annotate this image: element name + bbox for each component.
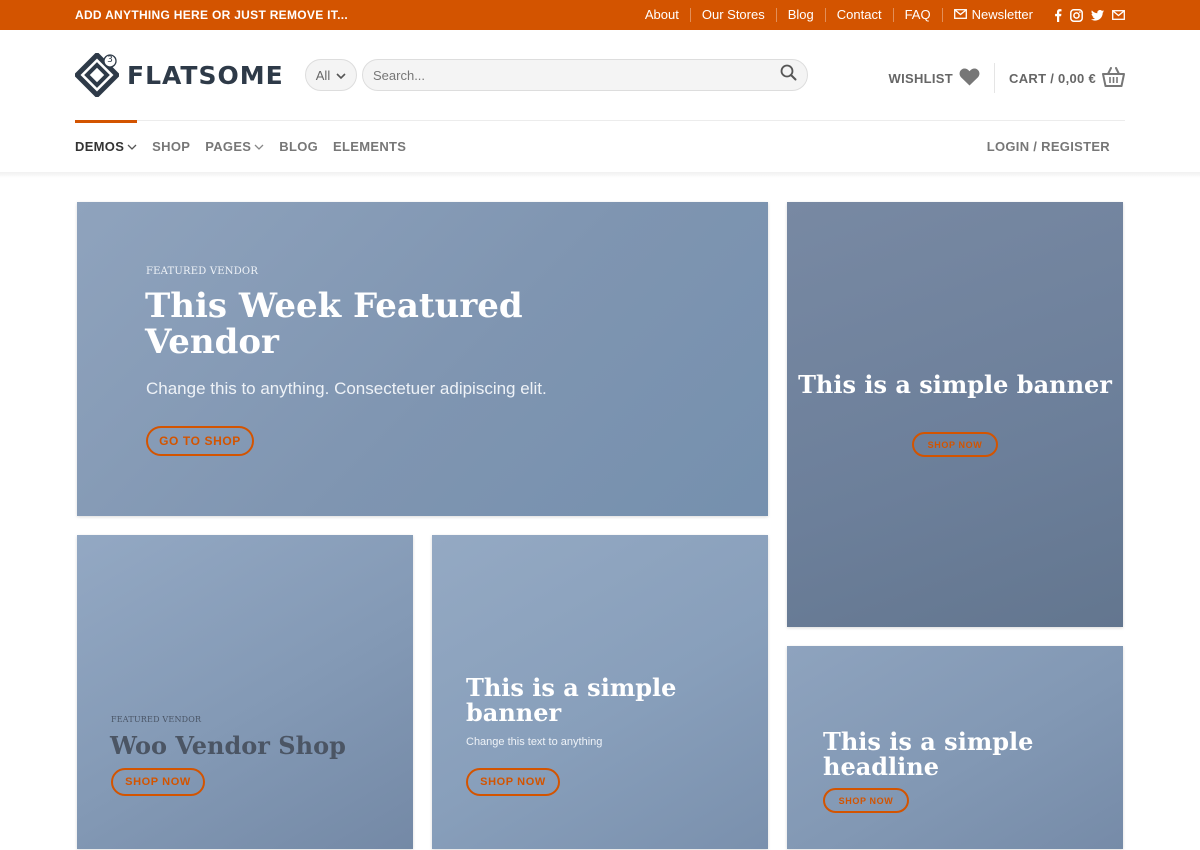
login-register-link[interactable]: LOGIN / REGISTER — [987, 121, 1110, 172]
banner-subtitle: Change this text to anything — [466, 736, 603, 748]
logo-mark-icon: 3 — [73, 51, 121, 99]
social-icons — [1050, 8, 1125, 22]
nav-item-label: SHOP — [152, 139, 191, 154]
simple-headline-banner[interactable]: This is a simple headline SHOP NOW — [787, 646, 1123, 849]
banner-title: Woo Vendor Shop — [110, 731, 346, 760]
top-link-newsletter[interactable]: Newsletter — [943, 8, 1044, 22]
twitter-icon[interactable] — [1091, 9, 1104, 21]
shop-now-button[interactable]: SHOP NOW — [111, 768, 205, 796]
top-link-our-stores[interactable]: Our Stores — [691, 8, 777, 22]
nav-item-label: BLOG — [279, 139, 319, 154]
banner-title: This is a simple banner — [466, 673, 677, 727]
search-form: All — [305, 59, 808, 91]
mail-icon[interactable] — [1112, 10, 1125, 20]
banner-subtitle: Change this to anything. Consectetuer ad… — [146, 379, 547, 398]
woo-vendor-banner[interactable]: FEATURED VENDOR Woo Vendor Shop SHOP NOW — [77, 535, 413, 849]
simple-banner-side[interactable]: This is a simple banner SHOP NOW — [787, 202, 1123, 627]
nav-item-pages[interactable]: PAGES — [205, 121, 264, 172]
nav-item-elements[interactable]: ELEMENTS — [333, 121, 406, 172]
top-bar-links: About Our Stores Blog Contact FAQ Newsle… — [634, 8, 1125, 22]
site-header: 3 FLATSOME All WISHLIST CART / 0,00 € — [0, 30, 1200, 120]
shop-now-button[interactable]: SHOP NOW — [823, 788, 909, 813]
envelope-icon — [953, 8, 967, 22]
nav-item-label: ELEMENTS — [333, 139, 407, 154]
basket-icon — [1102, 66, 1125, 90]
search-icon[interactable] — [780, 64, 797, 86]
nav-item-shop[interactable]: SHOP — [152, 121, 190, 172]
main-nav: DEMOS SHOP PAGES BLOG ELEMENTS LOGIN / R… — [75, 120, 1125, 172]
logo-badge: 3 — [107, 55, 113, 65]
top-link-about[interactable]: About — [634, 8, 691, 22]
facebook-icon[interactable] — [1054, 8, 1062, 22]
chevron-down-icon — [127, 139, 137, 154]
newsletter-label: Newsletter — [971, 7, 1033, 22]
heart-icon — [959, 68, 980, 89]
shop-now-button[interactable]: SHOP NOW — [466, 768, 560, 796]
cart-link[interactable]: CART / 0,00 € — [995, 63, 1125, 93]
simple-banner[interactable]: This is a simple banner Change this text… — [432, 535, 768, 849]
go-to-shop-button[interactable]: GO TO SHOP — [146, 426, 254, 456]
banner-title: This is a simple banner — [798, 370, 1112, 399]
instagram-icon[interactable] — [1070, 8, 1083, 22]
category-select[interactable]: All — [305, 59, 357, 91]
chevron-down-icon — [254, 139, 264, 154]
cart-label: CART / 0,00 € — [1009, 70, 1096, 86]
banner-title: This is a simple headline — [823, 727, 1034, 781]
search-box — [362, 59, 808, 91]
search-input[interactable] — [373, 67, 780, 83]
banner-kicker: FEATURED VENDOR — [111, 715, 202, 724]
header-actions: WISHLIST CART / 0,00 € — [889, 63, 1125, 93]
top-link-blog[interactable]: Blog — [777, 8, 826, 22]
nav-item-label: PAGES — [205, 139, 252, 154]
nav-item-demos[interactable]: DEMOS — [75, 120, 138, 172]
wishlist-label: WISHLIST — [888, 70, 954, 86]
shop-now-button[interactable]: SHOP NOW — [912, 432, 998, 457]
banner-kicker: FEATURED VENDOR — [146, 266, 259, 277]
top-link-contact[interactable]: Contact — [826, 8, 894, 22]
banner-title: This Week Featured Vendor — [145, 286, 523, 362]
wishlist-link[interactable]: WISHLIST — [889, 63, 996, 93]
nav-item-blog[interactable]: BLOG — [279, 121, 318, 172]
featured-vendor-banner[interactable]: FEATURED VENDOR This Week Featured Vendo… — [77, 202, 768, 516]
top-bar: ADD ANYTHING HERE OR JUST REMOVE IT... A… — [0, 0, 1200, 30]
logo-text: FLATSOME — [127, 60, 284, 90]
top-link-faq[interactable]: FAQ — [894, 8, 943, 22]
header-shadow — [0, 172, 1200, 178]
nav-item-label: DEMOS — [75, 139, 125, 154]
top-bar-promo: ADD ANYTHING HERE OR JUST REMOVE IT... — [75, 8, 348, 22]
site-logo[interactable]: 3 FLATSOME — [73, 51, 284, 99]
category-select-value: All — [315, 67, 331, 83]
chevron-down-icon — [336, 68, 346, 83]
